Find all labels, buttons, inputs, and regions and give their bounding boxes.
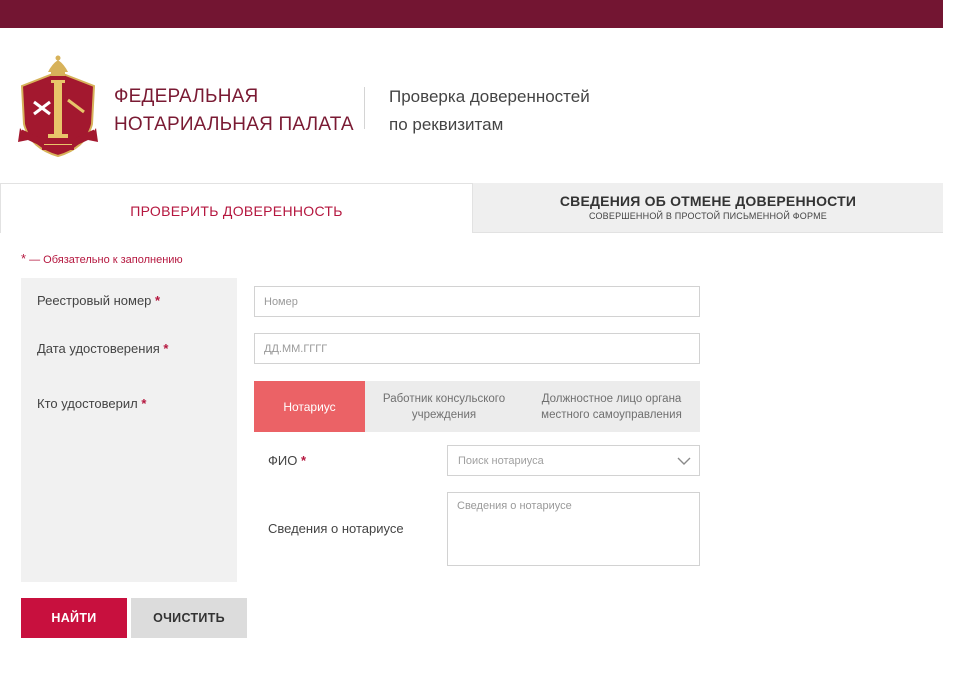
registry-number-label-text: Реестровый номер: [37, 293, 152, 308]
find-button[interactable]: НАЙТИ: [21, 598, 127, 638]
notary-info-textarea[interactable]: [447, 492, 700, 566]
certifier-label: Кто удостоверил *: [37, 396, 146, 411]
labels-panel: [21, 278, 237, 582]
tab-label: ПРОВЕРИТЬ ДОВЕРЕННОСТЬ: [130, 202, 343, 219]
notary-emblem-icon[interactable]: [14, 50, 102, 160]
required-note-text: — Обязательно к заполнению: [29, 254, 183, 266]
top-brand-bar: [0, 0, 943, 28]
certifier-option-notary[interactable]: Нотариус: [254, 381, 365, 432]
tab-sublabel: СОВЕРШЕННОЙ В ПРОСТОЙ ПИСЬМЕННОЙ ФОРМЕ: [588, 211, 828, 221]
required-note: * — Обязательно к заполнению: [21, 251, 183, 266]
notary-info-label: Сведения о нотариусе: [268, 521, 404, 536]
registry-number-label: Реестровый номер *: [37, 293, 160, 308]
certifier-option-local-official[interactable]: Должностное лицо органа местного самоупр…: [523, 381, 700, 432]
tab-revocation-info[interactable]: СВЕДЕНИЯ ОБ ОТМЕНЕ ДОВЕРЕННОСТИ СОВЕРШЕН…: [473, 183, 943, 233]
notary-search-select[interactable]: Поиск нотариуса: [447, 445, 700, 476]
notary-search-placeholder: Поиск нотариуса: [458, 455, 544, 467]
required-star: *: [141, 396, 147, 411]
tab-label: СВЕДЕНИЯ ОБ ОТМЕНЕ ДОВЕРЕННОСТИ: [559, 193, 857, 209]
organization-name: ФЕДЕРАЛЬНАЯ НОТАРИАЛЬНАЯ ПАЛАТА: [114, 83, 354, 139]
required-star: *: [163, 341, 169, 356]
registry-number-input[interactable]: [254, 286, 700, 317]
certifier-option-consular[interactable]: Работник консульского учреждения: [365, 381, 523, 432]
required-star: *: [300, 453, 307, 468]
fio-label-text: ФИО: [268, 453, 298, 468]
org-name-line2: НОТАРИАЛЬНАЯ ПАЛАТА: [114, 114, 354, 135]
tab-bar: ПРОВЕРИТЬ ДОВЕРЕННОСТЬ СВЕДЕНИЯ ОБ ОТМЕН…: [0, 183, 943, 233]
certifier-label-text: Кто удостоверил: [37, 396, 138, 411]
certification-date-input[interactable]: [254, 333, 700, 364]
required-star: *: [155, 293, 161, 308]
fio-label: ФИО *: [268, 453, 306, 468]
service-title-line2: по реквизитам: [389, 115, 504, 134]
org-name-line1: ФЕДЕРАЛЬНАЯ: [114, 86, 259, 107]
header-divider: [364, 87, 365, 129]
certification-date-label: Дата удостоверения *: [37, 341, 168, 356]
service-title-line1: Проверка доверенностей: [389, 87, 590, 106]
clear-button[interactable]: ОЧИСТИТЬ: [131, 598, 247, 638]
chevron-down-icon[interactable]: [677, 454, 691, 468]
certification-date-label-text: Дата удостоверения: [37, 341, 160, 356]
certifier-type-selector: Нотариус Работник консульского учреждени…: [254, 381, 700, 432]
tab-check-power-of-attorney[interactable]: ПРОВЕРИТЬ ДОВЕРЕННОСТЬ: [0, 183, 473, 233]
required-star: *: [21, 251, 27, 266]
service-title: Проверка доверенностей по реквизитам: [389, 83, 590, 139]
